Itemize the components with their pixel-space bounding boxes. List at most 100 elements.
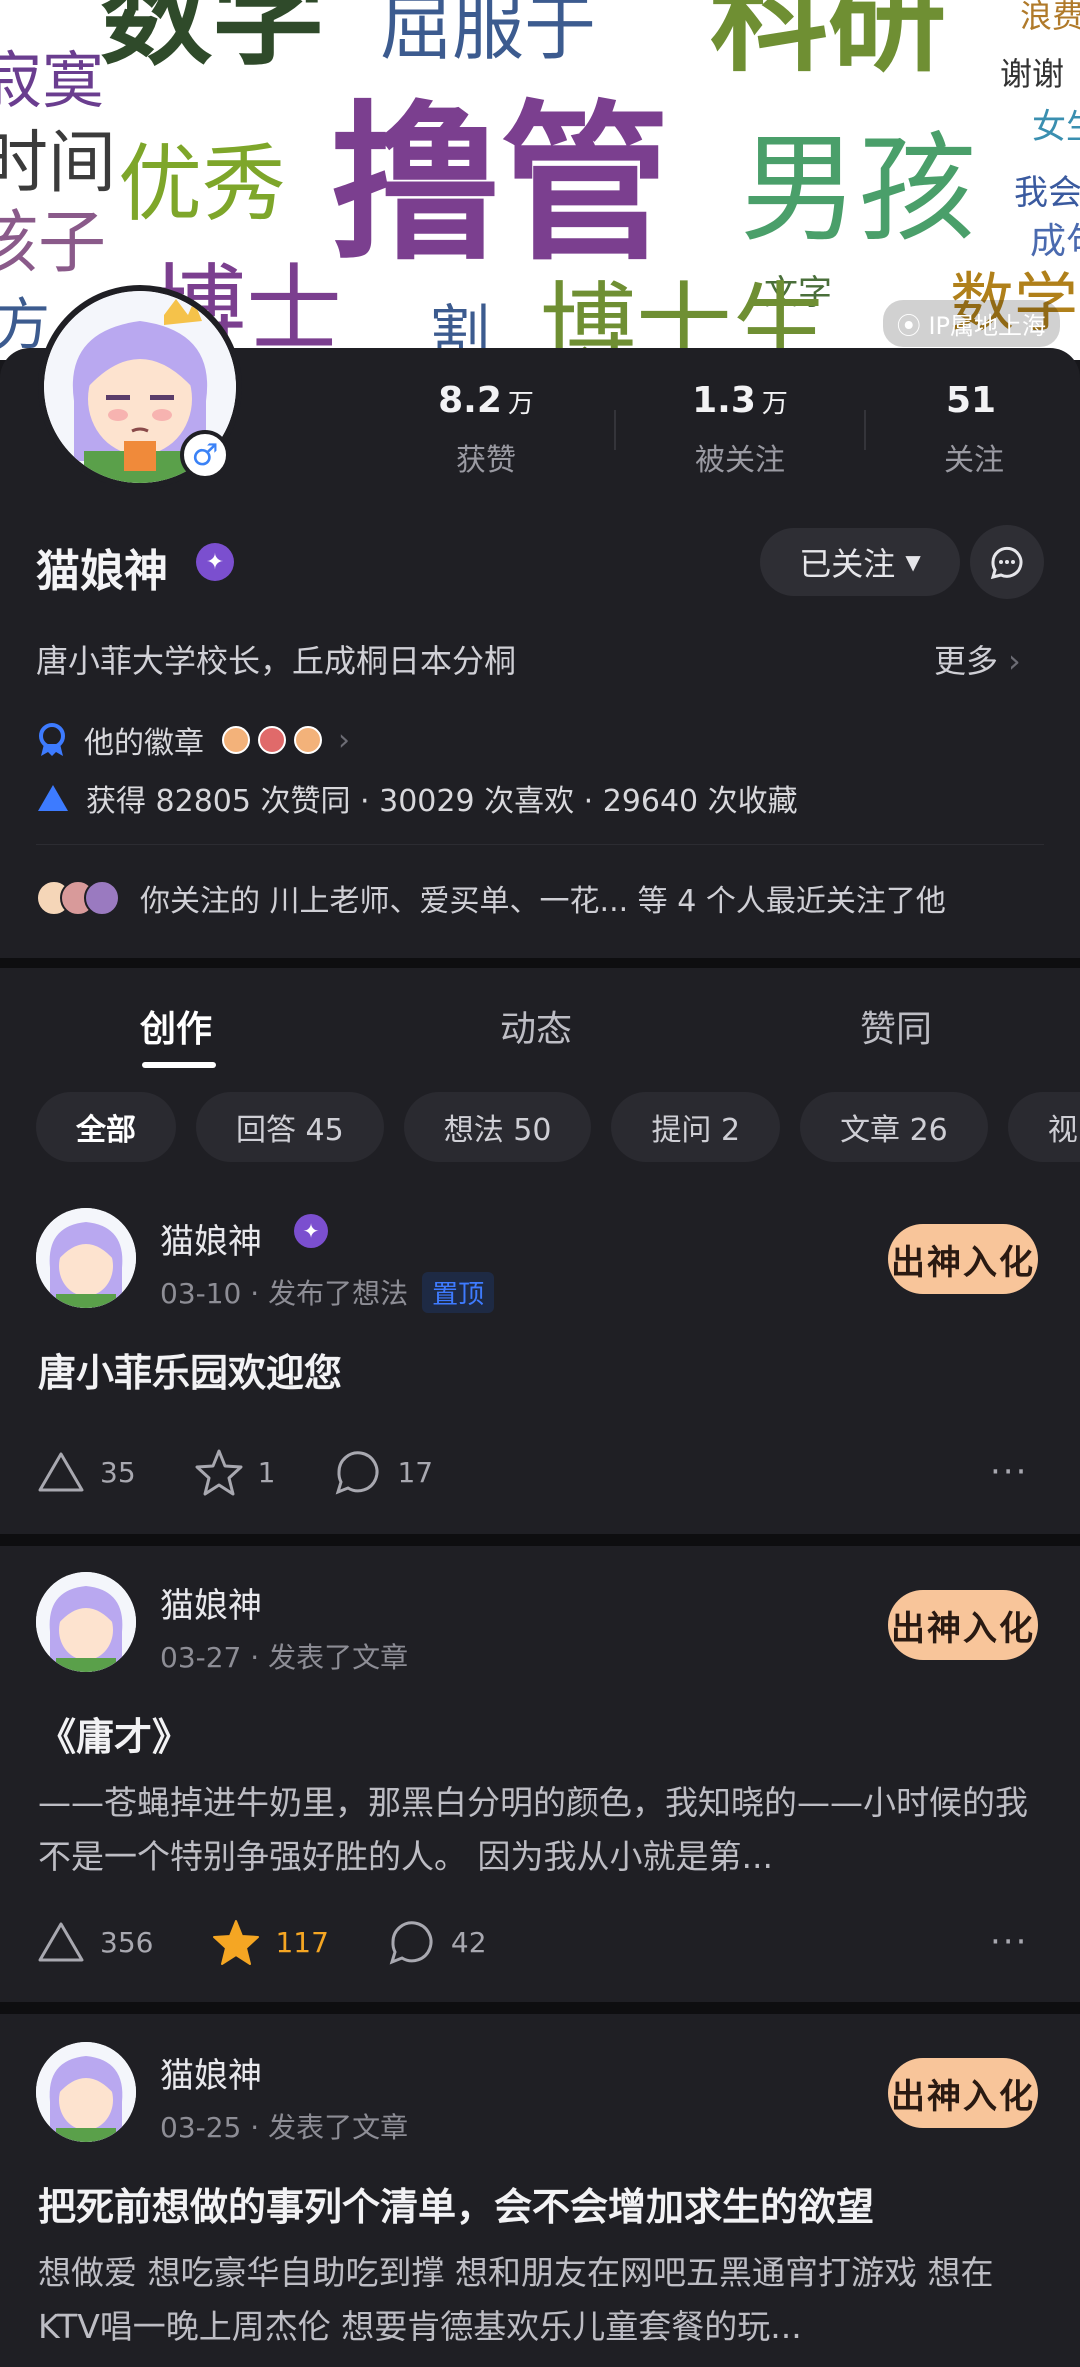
- badges-label: 他的徽章: [84, 726, 204, 761]
- upvote-icon: [38, 1452, 84, 1492]
- post-meta: 03-27 · 发表了文章: [160, 1641, 409, 1674]
- gender-symbol: ♂: [191, 437, 219, 473]
- favorite-count: 1: [257, 1455, 276, 1489]
- cloud-word: 孩子: [0, 204, 107, 283]
- author-avatar[interactable]: [36, 2042, 136, 2142]
- upvote-button[interactable]: 35: [36, 1450, 136, 1494]
- chip-questions[interactable]: 提问 2: [611, 1092, 781, 1162]
- tab-upvotes[interactable]: 赞同: [860, 1000, 932, 1052]
- section-separator: [0, 2002, 1080, 2014]
- author-avatar[interactable]: [36, 1572, 136, 1672]
- achievement-row: 获得 82805 次赞同 · 30029 次喜欢 · 29640 次收藏: [36, 776, 798, 820]
- mutual-avatars: [36, 880, 120, 916]
- post-actions: 356 117 42: [36, 1918, 545, 1966]
- verified-badge-icon: ✦: [294, 1214, 328, 1248]
- author-name[interactable]: 猫娘神: [160, 2048, 262, 2097]
- cloud-word: 时间: [0, 124, 117, 203]
- upvote-count: 35: [100, 1455, 136, 1489]
- more-info-link[interactable]: 更多 ›: [934, 636, 1021, 682]
- message-button[interactable]: [970, 525, 1044, 599]
- upvote-icon: [38, 1922, 84, 1962]
- badge-ribbon-icon: [39, 723, 65, 756]
- pinned-badge: 置顶: [422, 1272, 495, 1313]
- mutual-follow-row[interactable]: 你关注的 川上老师、爱买单、一花... 等 4 个人最近关注了他: [36, 876, 946, 920]
- stat-likes-unit: 万: [507, 389, 534, 419]
- post-excerpt[interactable]: 想做爱 想吃豪华自助吃到撑 想和朋友在网吧五黑通宵打游戏 想在KTV唱一晚上周杰…: [38, 2246, 1048, 2354]
- avatar: [84, 880, 120, 916]
- badge-mini-icon: [258, 726, 286, 754]
- cloud-word: 谢谢: [1000, 55, 1065, 93]
- badges-row[interactable]: 他的徽章 ›: [36, 718, 350, 762]
- stat-likes-label: 获赞: [456, 443, 516, 478]
- filter-chips: 全部 回答 45 想法 50 提问 2 文章 26 视: [36, 1092, 1080, 1162]
- cloud-word: 成句: [1030, 221, 1080, 262]
- stat-following-label: 关注: [944, 443, 1004, 478]
- achievement-sticker: 出神入化: [888, 2058, 1038, 2128]
- achievement-sticker: 出神入化: [888, 1590, 1038, 1660]
- comment-button[interactable]: 42: [387, 1918, 487, 1966]
- achievement-sticker: 出神入化: [888, 1224, 1038, 1294]
- caret-down-icon: ▼: [905, 550, 921, 574]
- section-separator: [0, 958, 1080, 968]
- stat-following[interactable]: 51 关注: [854, 380, 1080, 479]
- chip-all[interactable]: 全部: [36, 1092, 176, 1162]
- star-icon: [195, 1449, 243, 1496]
- post-title[interactable]: 把死前想做的事列个清单，会不会增加求生的欲望: [38, 2176, 874, 2231]
- star-filled-icon: [213, 1920, 260, 1965]
- chip-articles[interactable]: 文章 26: [800, 1092, 988, 1162]
- chevron-right-icon: ›: [338, 722, 350, 758]
- tab-creations[interactable]: 创作: [140, 1000, 212, 1052]
- author-avatar[interactable]: [36, 1208, 136, 1308]
- cloud-word: 撸管: [330, 86, 671, 284]
- tab-activity[interactable]: 动态: [500, 1000, 572, 1052]
- post-meta: 03-25 · 发表了文章: [160, 2111, 409, 2144]
- upvote-button[interactable]: 356: [36, 1920, 153, 1964]
- chip-thoughts[interactable]: 想法 50: [403, 1092, 592, 1162]
- ip-location-label: IP属地上海: [928, 312, 1046, 340]
- badge-mini-icon: [222, 726, 250, 754]
- cloud-word: 寂寞: [0, 44, 105, 117]
- gender-male-icon: ♂: [180, 430, 230, 480]
- stat-followers-unit: 万: [761, 389, 788, 419]
- favorite-button[interactable]: 1: [194, 1448, 276, 1496]
- stat-followers[interactable]: 1.3 万 被关注: [620, 380, 860, 479]
- stat-followers-value: 1.3: [692, 380, 756, 421]
- follow-button[interactable]: 已关注 ▼: [760, 528, 960, 596]
- ip-location-tag: ⦿ IP属地上海: [882, 300, 1060, 347]
- post-title[interactable]: 《庸才》: [38, 1706, 190, 1761]
- author-name[interactable]: 猫娘神: [160, 1578, 262, 1627]
- post-meta: 03-10 · 发布了想法 置顶: [160, 1272, 495, 1313]
- more-options-icon[interactable]: ···: [990, 1922, 1028, 1962]
- favorite-button[interactable]: 117: [211, 1918, 329, 1966]
- stat-divider: [614, 410, 616, 450]
- cloud-word: 屈服于: [380, 0, 597, 70]
- stat-followers-label: 被关注: [695, 443, 785, 478]
- upvote-count: 356: [100, 1925, 154, 1959]
- stat-likes[interactable]: 8.2 万 获赞: [366, 380, 606, 479]
- badge-mini-icon: [294, 726, 322, 754]
- chip-videos[interactable]: 视: [1007, 1092, 1080, 1162]
- more-label: 更多: [934, 642, 999, 680]
- comment-count: 17: [397, 1455, 434, 1489]
- author-name[interactable]: 猫娘神: [160, 1214, 262, 1263]
- cloud-word: 优秀: [118, 135, 287, 233]
- comment-button[interactable]: 17: [333, 1448, 433, 1496]
- divider: [36, 844, 1044, 845]
- cloud-word: 数学: [100, 0, 324, 81]
- profile-name: 猫娘神: [36, 546, 168, 597]
- achievement-text: 获得 82805 次赞同 · 30029 次喜欢 · 29640 次收藏: [86, 784, 798, 819]
- cloud-word: 浪费: [1020, 0, 1080, 35]
- favorite-count: 117: [275, 1925, 329, 1959]
- comment-count: 42: [450, 1925, 487, 1959]
- upvote-triangle-icon: [38, 785, 68, 811]
- cloud-word: 科研: [710, 0, 947, 88]
- verified-badge-icon[interactable]: ✦: [196, 543, 234, 581]
- post-title[interactable]: 唐小菲乐园欢迎您: [38, 1342, 342, 1397]
- cloud-word: 女生: [1032, 107, 1080, 147]
- stat-following-value: 51: [945, 380, 997, 421]
- post-excerpt[interactable]: ——苍蝇掉进牛奶里，那黑白分明的颜色，我知晓的——小时候的我不是一个特别争强好胜…: [38, 1776, 1048, 1884]
- more-options-icon[interactable]: ···: [990, 1452, 1028, 1492]
- section-separator: [0, 1534, 1080, 1546]
- chip-answers[interactable]: 回答 45: [196, 1092, 384, 1162]
- mutual-follow-text: 你关注的 川上老师、爱买单、一花... 等 4 个人最近关注了他: [140, 884, 946, 919]
